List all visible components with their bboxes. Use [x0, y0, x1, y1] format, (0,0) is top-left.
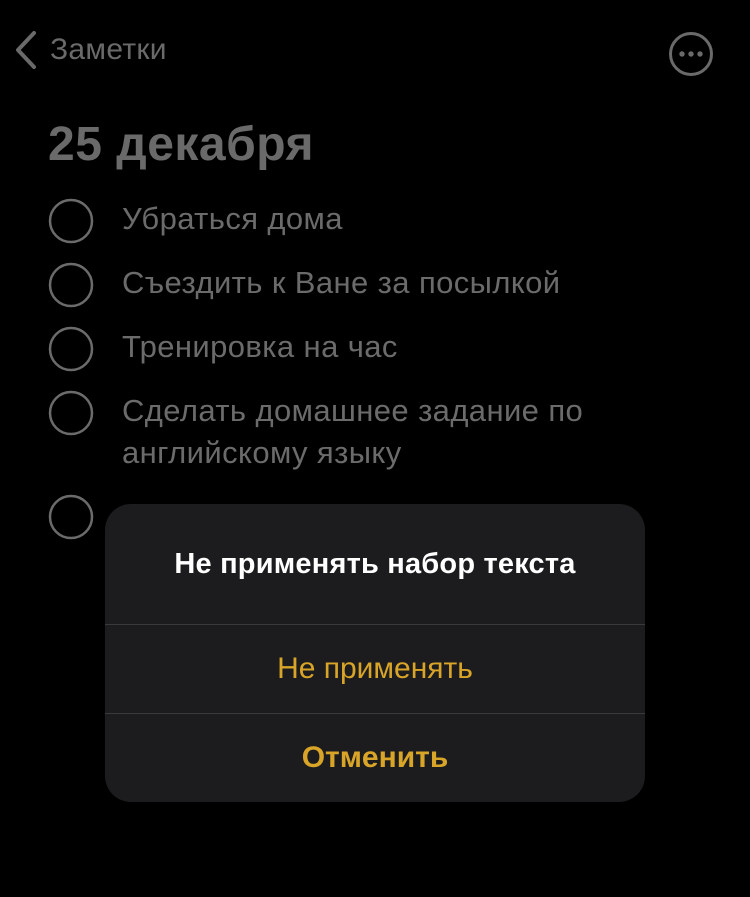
back-button-label: Заметки: [50, 33, 167, 66]
empty-circle-icon: [48, 198, 94, 244]
checkbox-item-4[interactable]: [48, 390, 94, 436]
alert-dialog: Не применять набор текста Не применять О…: [105, 504, 645, 802]
ellipsis-circle-icon: [668, 31, 714, 77]
chevron-left-icon: [14, 30, 38, 70]
navigation-bar: Заметки: [0, 0, 750, 100]
empty-circle-icon: [48, 326, 94, 372]
cancel-button[interactable]: Отменить: [105, 714, 645, 802]
empty-circle-icon: [48, 494, 94, 540]
back-button[interactable]: Заметки: [14, 26, 167, 74]
checklist-item-text[interactable]: Убраться дома: [122, 198, 682, 240]
checklist-item-text[interactable]: Съездить к Ване за посылкой: [122, 262, 682, 304]
checkbox-item-3[interactable]: [48, 326, 94, 372]
checkbox-item-5[interactable]: [48, 494, 94, 540]
more-options-button[interactable]: [668, 31, 714, 77]
alert-title: Не применять набор текста: [174, 547, 576, 580]
checklist-item-text[interactable]: Тренировка на час: [122, 326, 682, 368]
checkbox-item-1[interactable]: [48, 198, 94, 244]
note-title[interactable]: 25 декабря: [48, 114, 314, 176]
checkbox-item-2[interactable]: [48, 262, 94, 308]
dont-apply-button[interactable]: Не применять: [105, 625, 645, 713]
empty-circle-icon: [48, 390, 94, 436]
checklist-item-text[interactable]: Сделать домашнее задание по английскому …: [122, 390, 642, 474]
empty-circle-icon: [48, 262, 94, 308]
